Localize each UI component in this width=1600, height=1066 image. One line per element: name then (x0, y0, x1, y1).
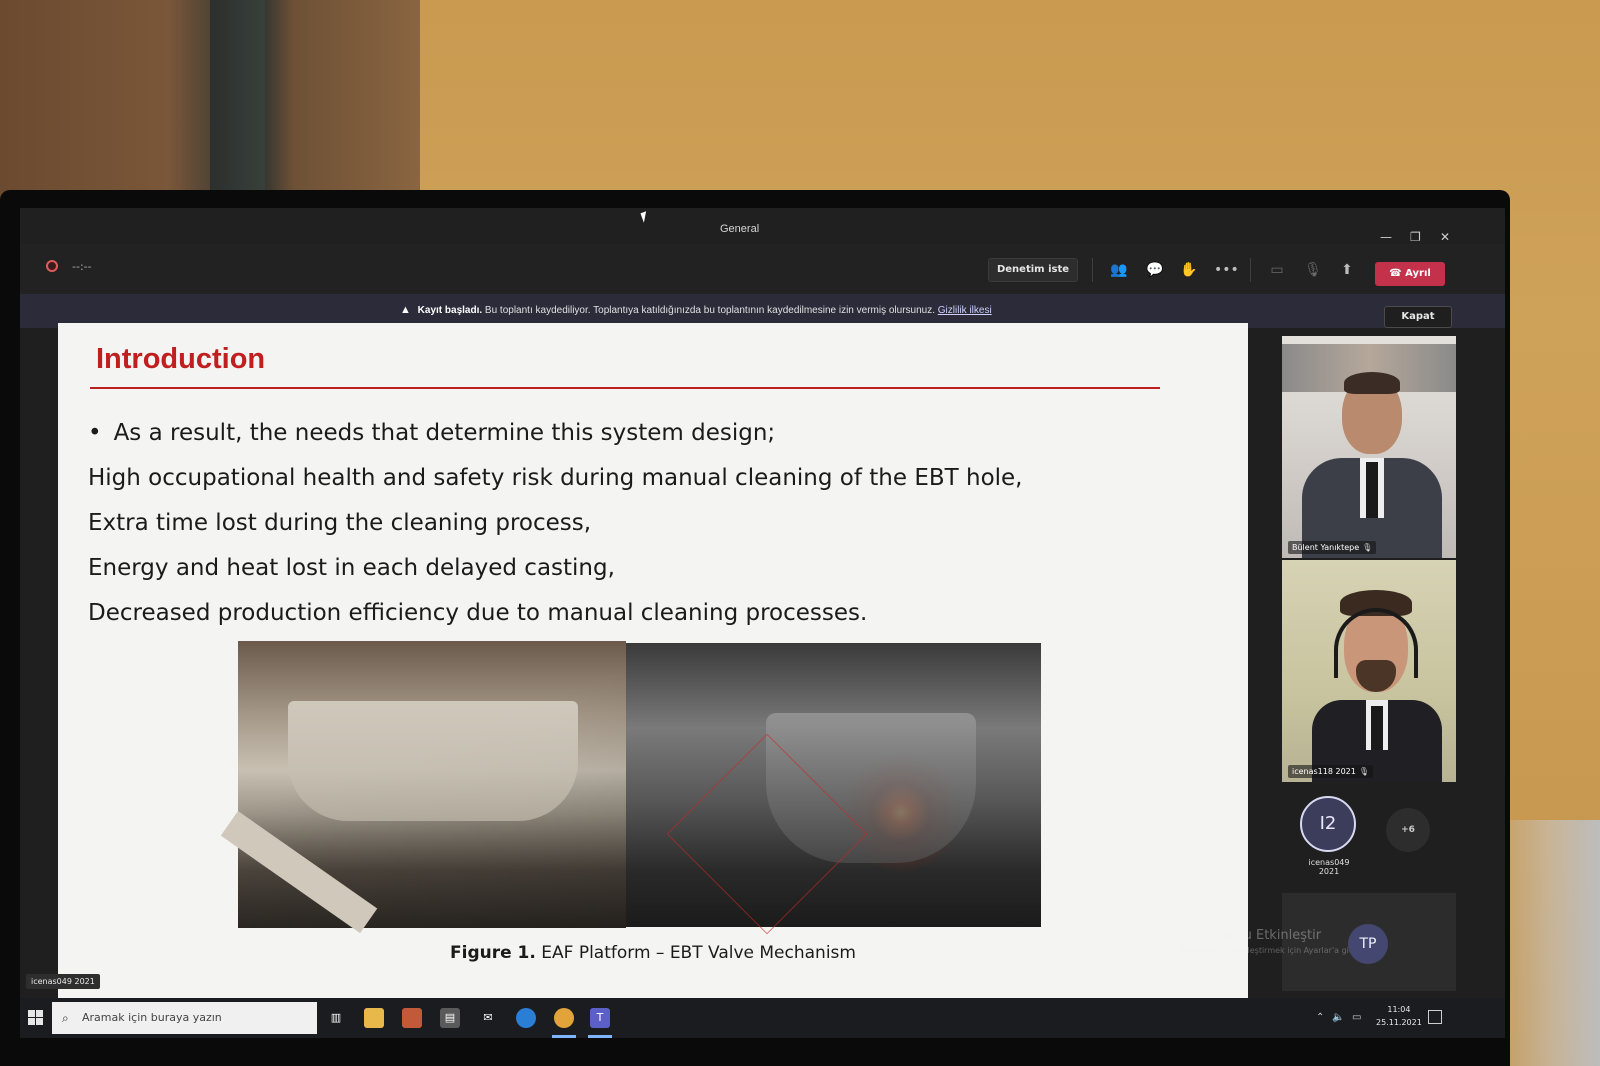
eaf-platform-photo (238, 641, 626, 928)
clock-time: 11:04 (1387, 1005, 1411, 1014)
participant-video (1302, 372, 1442, 558)
taskbar-clock[interactable]: 11:04 25.11.2021 (1376, 1003, 1422, 1029)
volume-icon[interactable]: 🔈 (1332, 1012, 1344, 1023)
meeting-toolbar: --:-- Denetim iste 👥 💬 ✋ ••• ▭ 🎙 ⬆ ☎ Ayr… (20, 244, 1505, 294)
app-icon[interactable] (402, 1008, 422, 1028)
slide-line: Extra time lost during the cleaning proc… (88, 510, 592, 536)
slide-title: Introduction (96, 343, 266, 375)
window-title: General (720, 223, 760, 235)
reactions-icon[interactable]: ✋ (1178, 260, 1200, 280)
chat-icon[interactable]: 💬 (1144, 260, 1166, 280)
chevron-up-icon[interactable]: ⌃ (1316, 1012, 1324, 1023)
slide-line: As a result, the needs that determine th… (88, 411, 1188, 456)
caption-text: EAF Platform – EBT Valve Mechanism (541, 943, 856, 963)
participants-icon[interactable]: 👥 (1108, 260, 1130, 280)
participant-name: icenas118 2021 🎙 (1288, 765, 1374, 778)
activation-watermark-subtitle: Windows'u etkinleştirmek için Ayarlar'a … (1182, 946, 1364, 955)
windows-taskbar: ⌕ Aramak için buraya yazın ▥ ▤ ✉ T ⌃ 🔈 ▭… (20, 998, 1505, 1038)
close-button[interactable]: ✕ (1440, 230, 1450, 244)
restore-button[interactable]: ❐ (1410, 230, 1421, 244)
banner-title: Kayıt başladı. (417, 305, 483, 316)
participant-tile[interactable]: icenas118 2021 🎙 (1282, 560, 1456, 782)
mail-icon[interactable]: ✉ (478, 1008, 498, 1028)
taskbar-search-input[interactable]: ⌕ Aramak için buraya yazın (52, 1002, 317, 1034)
teams-icon[interactable]: T (590, 1008, 610, 1028)
self-name-badge: icenas049 2021 (26, 974, 100, 989)
figure-caption: Figure 1. EAF Platform – EBT Valve Mecha… (58, 943, 1248, 963)
mouse-cursor-icon (640, 211, 650, 223)
headset-icon (1334, 608, 1418, 678)
network-icon[interactable]: ▭ (1352, 1012, 1361, 1023)
shared-slide: Introduction As a result, the needs that… (58, 323, 1248, 998)
ebt-valve-photo (626, 643, 1041, 927)
camera-icon[interactable]: ▭ (1266, 260, 1288, 280)
search-placeholder: Aramak için buraya yazın (82, 1011, 222, 1024)
notification-icon[interactable] (1428, 1010, 1442, 1024)
task-view-icon[interactable]: ▥ (326, 1008, 346, 1028)
monitor-bottom-bezel (0, 1038, 1510, 1066)
windows-start-icon[interactable] (28, 1010, 44, 1026)
leave-button[interactable]: ☎ Ayrıl (1375, 262, 1445, 286)
more-icon[interactable]: ••• (1214, 260, 1239, 280)
toolbar-separator (1092, 258, 1093, 282)
participant-name: icenas049 2021 (1308, 858, 1350, 876)
request-control-button[interactable]: Denetim iste (988, 258, 1078, 282)
room-window (0, 0, 420, 200)
participant-tile[interactable]: Bülent Yanıktepe 🎙 (1282, 336, 1456, 558)
share-icon[interactable]: ⬆ (1336, 260, 1358, 280)
file-explorer-icon[interactable] (364, 1008, 384, 1028)
recording-banner-text: ▲ Kayıt başladı. Bu toplantı kaydediliyo… (400, 304, 992, 316)
meeting-timer: --:-- (72, 260, 92, 273)
clock-date: 25.11.2021 (1376, 1018, 1422, 1027)
slide-line: Energy and heat lost in each delayed cas… (88, 555, 615, 581)
slide-line: Decreased production efficiency due to m… (88, 600, 868, 626)
dismiss-banner-button[interactable]: Kapat (1384, 306, 1452, 328)
search-icon: ⌕ (62, 1011, 69, 1025)
banner-message: Bu toplantı kaydediliyor. Toplantıya kat… (484, 305, 935, 316)
store-icon[interactable]: ▤ (440, 1008, 460, 1028)
title-underline (90, 387, 1160, 389)
participant-avatar[interactable]: I2 (1300, 796, 1356, 852)
phone-icon: ☎ (1389, 268, 1406, 279)
warning-icon: ▲ (400, 304, 411, 316)
leave-label: Ayrıl (1405, 268, 1431, 279)
mic-icon[interactable]: 🎙 (1302, 260, 1324, 280)
toolbar-separator (1250, 258, 1251, 282)
minimize-button[interactable]: — (1380, 230, 1392, 244)
mic-off-icon: 🎙 (1362, 543, 1373, 552)
privacy-link[interactable]: Gizlilik ilkesi (938, 305, 992, 316)
participant-name: Bülent Yanıktepe 🎙 (1288, 541, 1377, 554)
mic-off-icon: 🎙 (1358, 767, 1370, 776)
chrome-icon[interactable] (554, 1008, 574, 1028)
slide-body: As a result, the needs that determine th… (88, 411, 1188, 636)
recording-icon (46, 260, 58, 272)
activation-watermark-title: Windows'u Etkinleştir (1182, 928, 1322, 943)
edge-icon[interactable] (516, 1008, 536, 1028)
caption-label: Figure 1. (450, 943, 536, 963)
window-titlebar: General — ❐ ✕ (20, 208, 1505, 244)
more-participants-button[interactable]: +6 (1386, 808, 1430, 852)
slide-line: High occupational health and safety risk… (88, 465, 1023, 491)
screen: General — ❐ ✕ --:-- Denetim iste 👥 💬 ✋ •… (20, 208, 1505, 1066)
participant-avatar[interactable]: TP (1348, 924, 1388, 964)
